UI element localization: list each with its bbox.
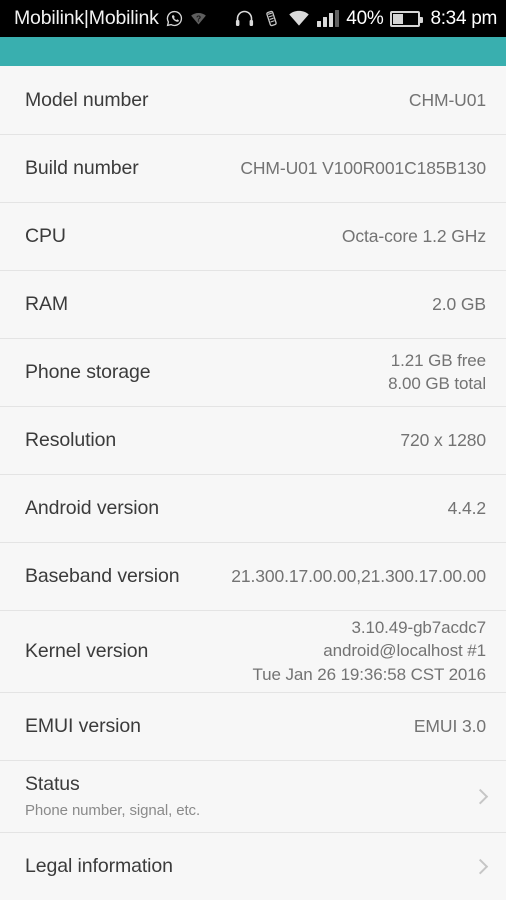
- table-row[interactable]: Phone storage 1.21 GB free 8.00 GB total: [0, 338, 506, 406]
- row-value: Octa-core 1.2 GHz: [341, 225, 486, 246]
- status-bar: Mobilink|Mobilink ? 40% 8:34 pm: [0, 0, 506, 37]
- battery-icon: [390, 10, 424, 27]
- row-label: Android version: [25, 496, 159, 519]
- about-phone-list: Model number CHM-U01 Build number CHM-U0…: [0, 66, 506, 900]
- headphones-icon: [234, 8, 255, 29]
- table-row[interactable]: Build number CHM-U01 V100R001C185B130: [0, 134, 506, 202]
- wifi-icon: [288, 9, 310, 28]
- row-label: Status: [25, 773, 80, 796]
- whatsapp-icon: [165, 9, 184, 28]
- row-value: CHM-U01 V100R001C185B130: [240, 157, 486, 178]
- table-row[interactable]: Kernel version 3.10.49-gb7acdc7 android@…: [0, 610, 506, 693]
- row-value: 21.300.17.00.00,21.300.17.00.00: [231, 565, 486, 586]
- row-value: 720 x 1280: [400, 429, 486, 450]
- signal-bars-icon: [317, 10, 340, 27]
- row-value: 4.4.2: [447, 497, 487, 518]
- table-row[interactable]: Baseband version 21.300.17.00.00,21.300.…: [0, 542, 506, 610]
- list-item-legal-information[interactable]: Legal information: [0, 831, 506, 900]
- wifi-question-icon: ?: [190, 10, 207, 27]
- row-value: EMUI 3.0: [413, 716, 486, 737]
- table-row[interactable]: Android version 4.4.2: [0, 474, 506, 542]
- table-row[interactable]: Model number CHM-U01: [0, 66, 506, 134]
- row-subtitle: Phone number, signal, etc.: [25, 801, 201, 819]
- row-label: RAM: [25, 292, 69, 315]
- table-row[interactable]: EMUI version EMUI 3.0: [0, 692, 506, 761]
- row-label: Baseband version: [25, 564, 180, 587]
- vibrate-icon: [262, 9, 281, 28]
- table-row[interactable]: RAM 2.0 GB: [0, 270, 506, 338]
- row-value: CHM-U01: [408, 89, 486, 110]
- row-label: CPU: [25, 224, 66, 247]
- row-value: 2.0 GB: [432, 293, 486, 314]
- carrier-label: Mobilink|Mobilink: [14, 6, 159, 29]
- row-label: Resolution: [25, 428, 117, 451]
- table-row[interactable]: Resolution 720 x 1280: [0, 406, 506, 474]
- row-value: 3.10.49-gb7acdc7 android@localhost #1 Tu…: [252, 618, 487, 684]
- row-label: EMUI version: [25, 715, 141, 738]
- row-label: Model number: [25, 88, 149, 111]
- status-bar-right: 40% 8:34 pm: [234, 8, 497, 30]
- clock-label: 8:34 pm: [430, 7, 497, 29]
- status-bar-left: Mobilink|Mobilink ?: [14, 6, 207, 29]
- chevron-right-icon: [446, 832, 506, 900]
- app-bar: [0, 37, 506, 66]
- chevron-right-icon: [446, 760, 506, 831]
- battery-percent-label: 40%: [346, 7, 384, 29]
- phone-screen: Mobilink|Mobilink ? 40% 8:34 pm Model nu…: [0, 0, 506, 900]
- svg-text:?: ?: [196, 13, 201, 23]
- row-label: Build number: [25, 156, 139, 179]
- list-item-status[interactable]: Status Phone number, signal, etc.: [0, 760, 506, 832]
- row-label: Kernel version: [25, 639, 149, 662]
- row-label: Legal information: [25, 854, 173, 877]
- row-value: 1.21 GB free 8.00 GB total: [388, 350, 486, 393]
- row-label: Phone storage: [25, 360, 151, 383]
- table-row[interactable]: CPU Octa-core 1.2 GHz: [0, 202, 506, 270]
